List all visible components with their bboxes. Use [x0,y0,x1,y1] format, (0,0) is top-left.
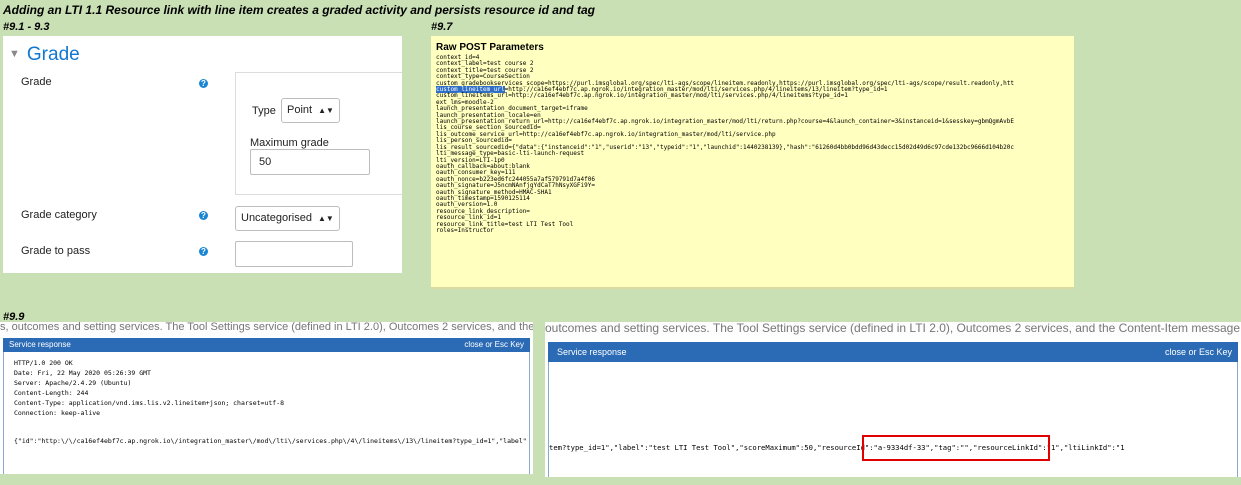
page-title: Adding an LTI 1.1 Resource link with lin… [3,3,595,17]
grade-section-heading[interactable]: ▼ Grade [9,44,80,66]
raw-post-line: roles=Instructor [436,226,494,234]
grade-heading-text: Grade [26,44,80,65]
select-arrows-icon: ▲▼ [318,106,334,115]
max-grade-input[interactable]: 50 [250,149,370,175]
section-label-9-7: #9.7 [431,21,453,33]
close-link[interactable]: close or Esc Key [1165,342,1232,362]
collapse-chevron-icon[interactable]: ▼ [9,48,20,60]
service-response-titlebar: Service response close or Esc Key [548,342,1238,362]
grade-category-select[interactable]: Uncategorised ▲▼ [235,206,340,231]
json-prefix: tem?type_id=1","label":"test LTI Test To… [549,443,818,452]
type-label: Type [252,105,276,117]
raw-post-lines: context_id=4 context_label=test course 2c… [436,54,1074,234]
json-response-line: {"id":"http:\/\/ca16ef4ebf7c.ap.ngrok.io… [14,437,527,445]
help-icon[interactable]: ? [199,79,208,88]
help-icon[interactable]: ? [199,247,208,256]
service-response-body: HTTP/1.0 200 OK Date: Fri, 22 May 2020 05… [3,352,530,474]
service-response-title: Service response [557,347,627,357]
grade-label: Grade [21,76,52,88]
http-header-line: Content-Length: 244 [14,389,89,397]
background-doc-text: outcomes and setting services. The Tool … [545,322,1241,336]
service-response-right: outcomes and setting services. The Tool … [545,322,1241,477]
grade-settings-panel: ▼ Grade Grade ? Type Point ▲▼ Maximum grad… [3,36,402,273]
grade-category-value: Uncategorised [241,212,312,224]
service-response-body: tem?type_id=1","label":"test LTI Test To… [548,362,1238,477]
grade-category-label: Grade category [21,209,97,221]
grade-type-select[interactable]: Point ▲▼ [281,98,340,123]
background-doc-text: s, outcomes and setting services. The To… [0,322,533,336]
http-header-line: Connection: keep-alive [14,409,101,417]
service-response-left: s, outcomes and setting services. The To… [0,322,533,474]
grade-options-box: Type Point ▲▼ Maximum grade 50 [235,72,402,195]
http-headers: HTTP/1.0 200 OK Date: Fri, 22 May 2020 05… [14,358,284,418]
raw-post-title: Raw POST Parameters [436,42,544,53]
raw-post-panel: Raw POST Parameters context_id=4 context_… [431,36,1074,289]
grade-type-value: Point [287,104,313,116]
http-header-line: HTTP/1.0 200 OK [14,359,73,367]
service-response-title: Service response [9,340,71,349]
http-header-line: Date: Fri, 22 May 2020 05:26:39 GMT [14,369,151,377]
max-grade-label: Maximum grade [250,137,329,149]
section-label-9-1: #9.1 - 9.3 [3,21,50,33]
grade-to-pass-label: Grade to pass [21,245,91,257]
highlight-box [862,435,1050,461]
grade-to-pass-input[interactable] [235,241,353,267]
http-header-line: Server: Apache/2.4.29 (Ubuntu) [14,379,132,387]
http-header-line: Content-Type: application/vnd.ims.lis.v2… [14,399,285,407]
close-link[interactable]: close or Esc Key [464,338,524,352]
select-arrows-icon: ▲▼ [317,214,334,223]
help-icon[interactable]: ? [199,211,208,220]
service-response-titlebar: Service response close or Esc Key [3,338,530,352]
